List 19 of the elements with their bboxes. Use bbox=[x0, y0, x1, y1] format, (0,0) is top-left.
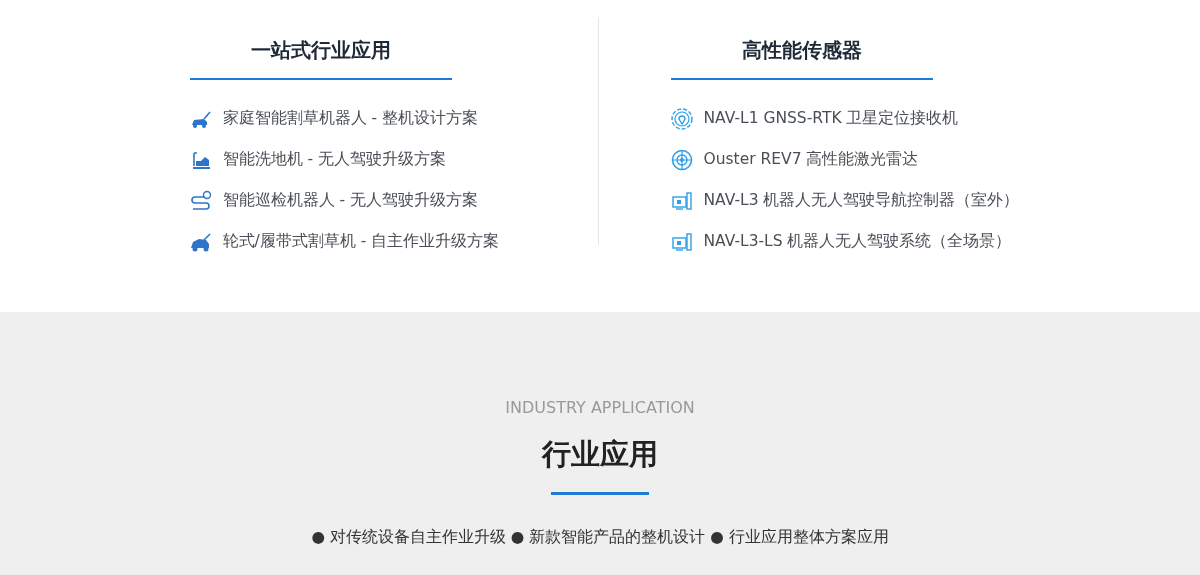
section-title: 行业应用 bbox=[542, 436, 658, 473]
column-heading: 高性能传感器 bbox=[740, 37, 863, 64]
list-link[interactable]: 智能洗地机 - 无人驾驶升级方案 bbox=[222, 149, 446, 170]
column-heading: 一站式行业应用 bbox=[249, 37, 392, 64]
list-link[interactable]: NAV-L3-LS 机器人无人驾驶系统（全场景） bbox=[703, 231, 1012, 252]
list-link[interactable]: NAV-L1 GNSS-RTK 卫星定位接收机 bbox=[703, 108, 959, 129]
list-link[interactable]: 智能巡检机器人 - 无人驾驶升级方案 bbox=[222, 190, 478, 211]
section-subtitle: INDUSTRY APPLICATION bbox=[505, 398, 695, 418]
list-link[interactable]: 家庭智能割草机器人 - 整机设计方案 bbox=[222, 108, 478, 129]
lawn-tractor-icon bbox=[189, 230, 212, 253]
route-icon bbox=[189, 189, 212, 212]
computer-icon bbox=[670, 230, 693, 253]
target-icon bbox=[670, 148, 693, 171]
list-link[interactable]: Ouster REV7 高性能激光雷达 bbox=[703, 149, 919, 170]
list-link[interactable]: 轮式/履带式割草机 - 自主作业升级方案 bbox=[222, 231, 500, 252]
section-summary: ● 对传统设备自主作业升级 ● 新款智能产品的整机设计 ● 行业应用整体方案应用 bbox=[311, 527, 889, 548]
computer-icon bbox=[670, 189, 693, 212]
list-link[interactable]: NAV-L3 机器人无人驾驶导航控制器（室外） bbox=[703, 190, 1020, 211]
location-pin-icon bbox=[670, 107, 693, 130]
